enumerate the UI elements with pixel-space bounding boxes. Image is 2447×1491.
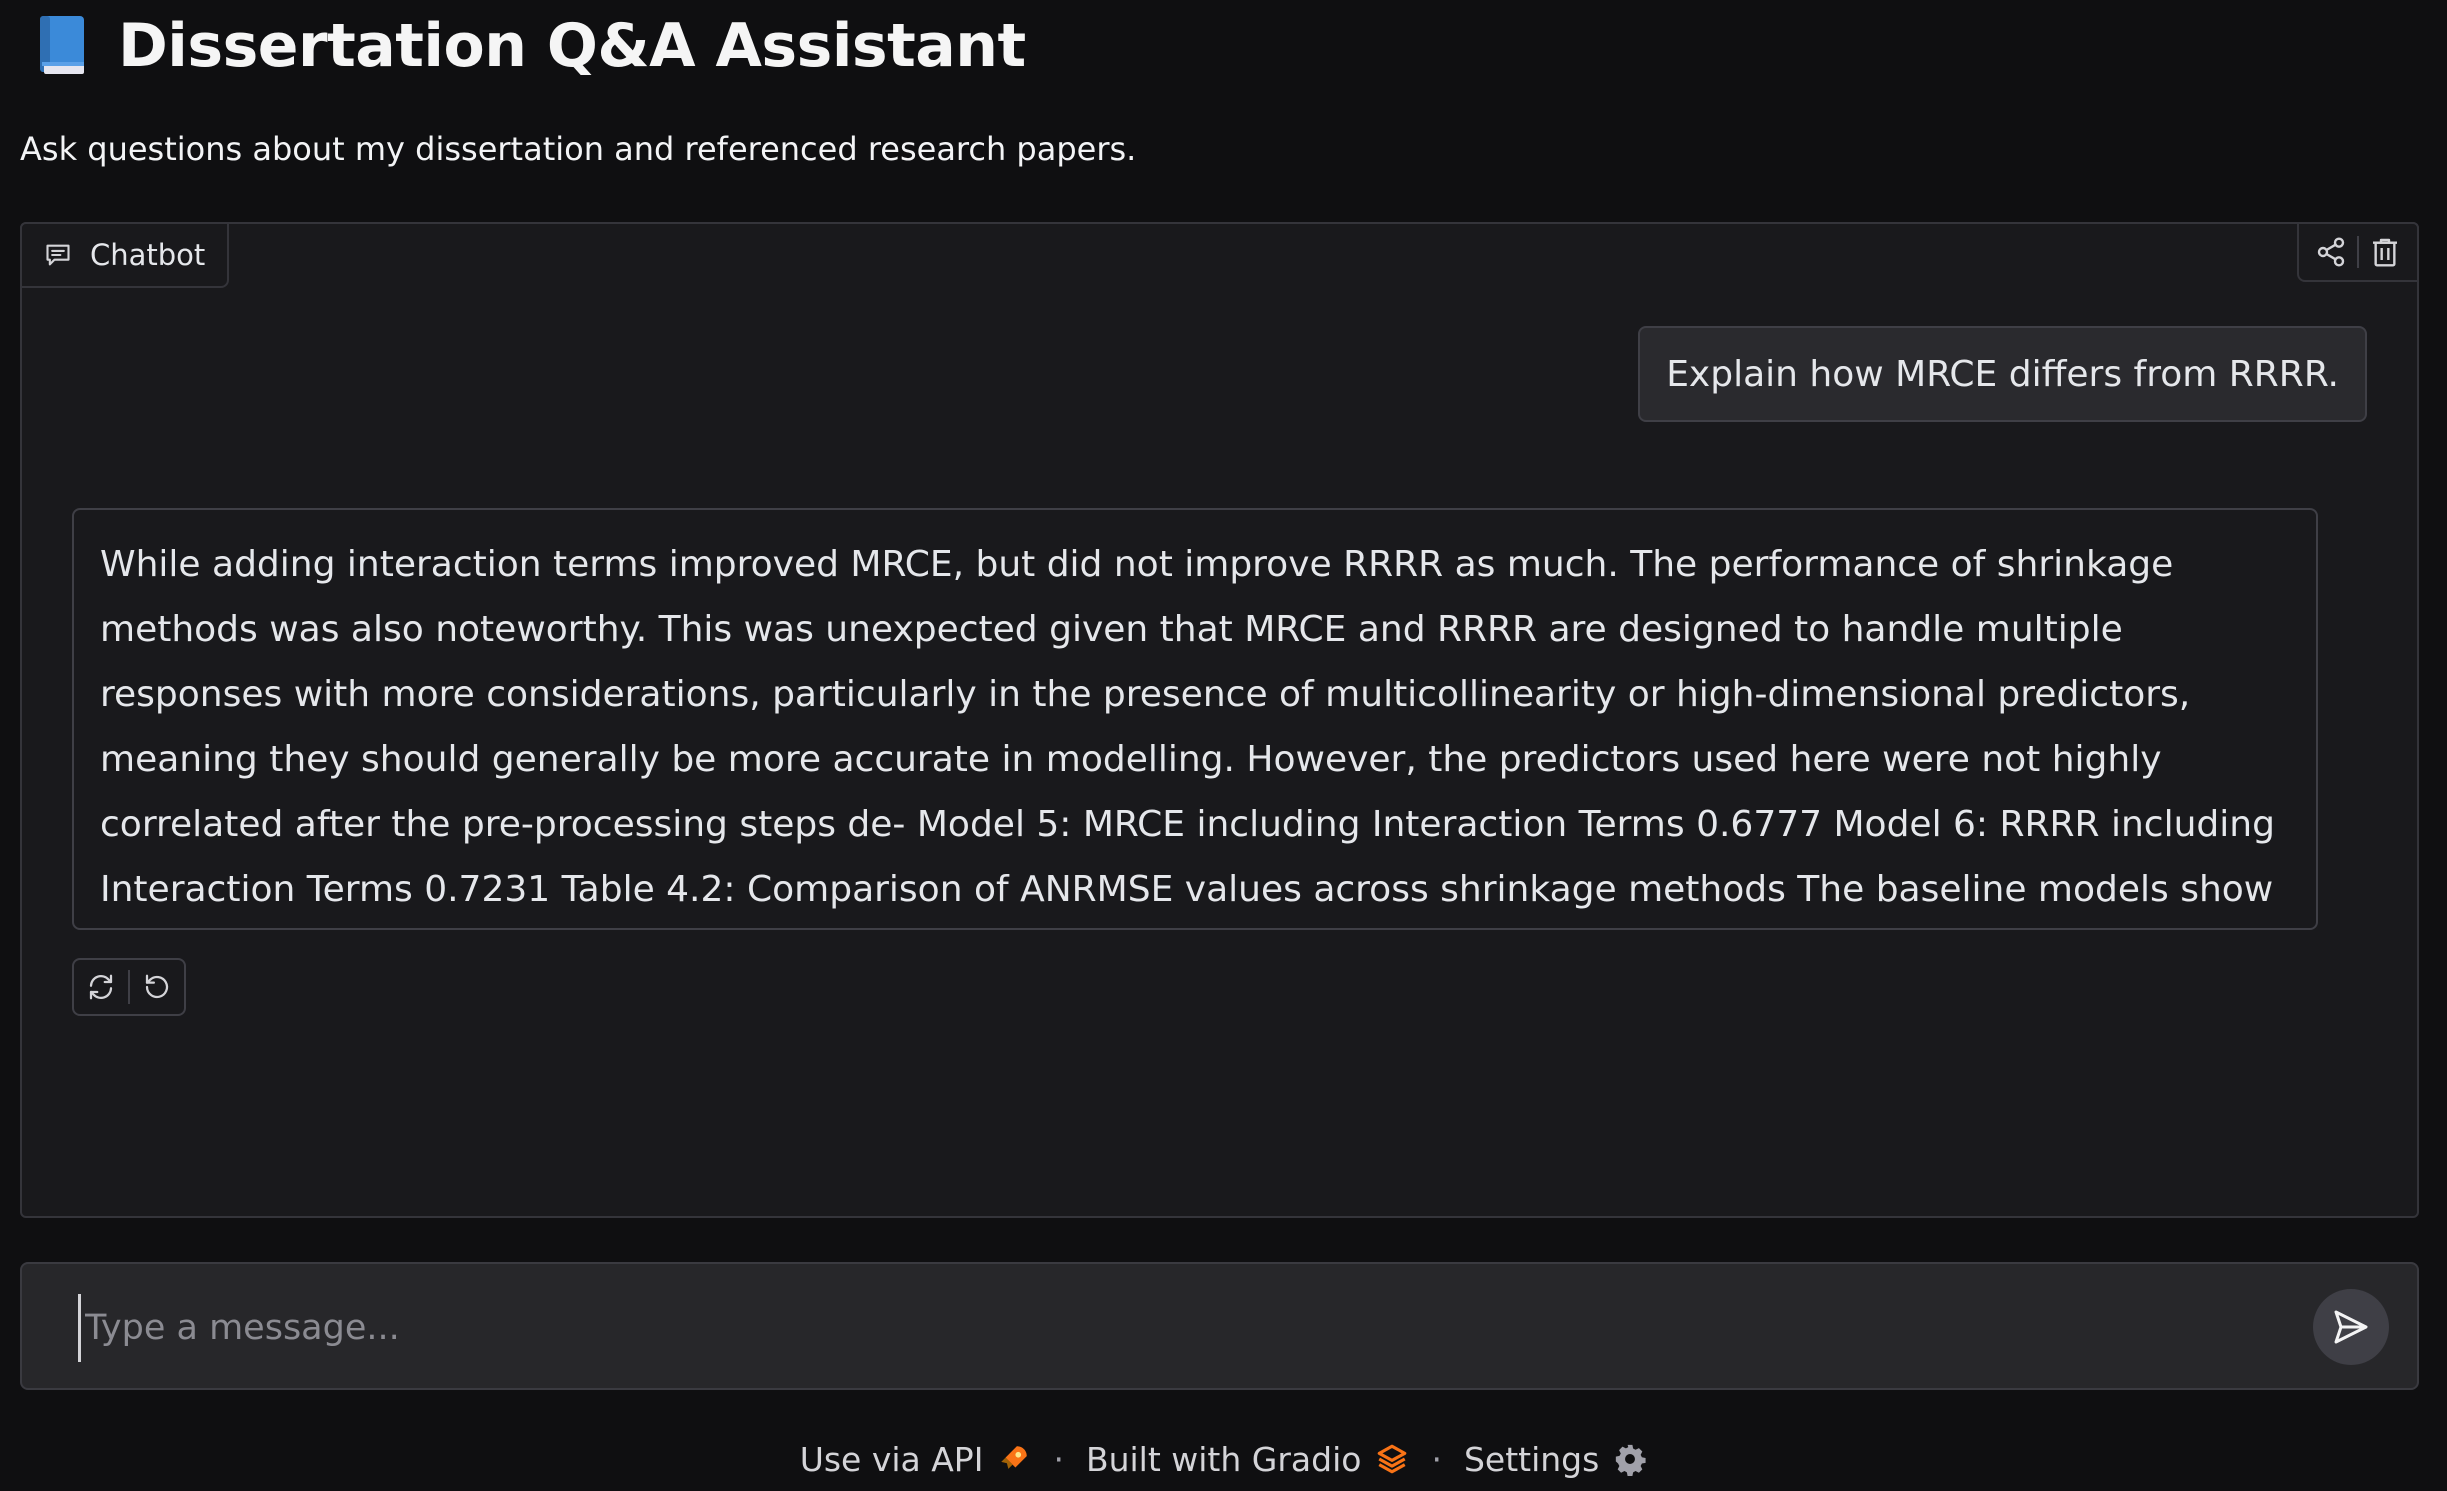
chat-bubble-icon — [46, 244, 70, 266]
undo-button[interactable] — [130, 960, 184, 1014]
user-message: Explain how MRCE differs from RRRR. — [1638, 326, 2367, 422]
footer-separator: · — [1431, 1439, 1442, 1479]
gear-icon — [1616, 1444, 1646, 1476]
retry-button[interactable] — [74, 960, 128, 1014]
page-title: Dissertation Q&A Assistant — [118, 11, 1026, 81]
assistant-message: While adding interaction terms improved … — [72, 508, 2318, 930]
clear-button[interactable] — [2359, 227, 2411, 277]
message-input-container — [20, 1262, 2419, 1390]
use-via-api-link[interactable]: Use via API — [800, 1440, 1032, 1479]
built-with-gradio-link[interactable]: Built with Gradio — [1086, 1440, 1410, 1479]
book-icon — [40, 16, 84, 74]
footer: Use via API · Built with Gradio · Settin… — [0, 1434, 2447, 1484]
chatbot-label: Chatbot — [20, 222, 230, 288]
built-with-gradio-label: Built with Gradio — [1085, 1439, 1362, 1479]
settings-label: Settings — [1463, 1439, 1600, 1479]
trash-icon — [2373, 238, 2397, 267]
header: Dissertation Q&A Assistant — [34, 6, 1026, 86]
use-via-api-label: Use via API — [799, 1439, 984, 1479]
chatbot-label-text: Chatbot — [90, 238, 206, 272]
footer-separator: · — [1053, 1439, 1064, 1479]
send-icon — [2334, 1310, 2368, 1344]
undo-icon — [145, 974, 169, 999]
send-button[interactable] — [2313, 1289, 2389, 1365]
gradio-logo-icon — [1378, 1444, 1407, 1474]
settings-link[interactable]: Settings — [1464, 1440, 1647, 1479]
chatbot-panel: Chatbot Explain how MRCE differs from RR… — [20, 222, 2419, 1218]
rocket-icon — [1001, 1446, 1028, 1469]
message-input[interactable] — [78, 1294, 2287, 1362]
page-subtitle: Ask questions about my dissertation and … — [20, 130, 1137, 168]
share-icon — [2317, 237, 2345, 267]
retry-icon — [89, 974, 113, 1000]
app-page: Dissertation Q&A Assistant Ask questions… — [0, 0, 2447, 1491]
share-button[interactable] — [2305, 227, 2357, 277]
chatbot-toolbar — [2297, 222, 2419, 282]
message-actions — [72, 958, 186, 1016]
